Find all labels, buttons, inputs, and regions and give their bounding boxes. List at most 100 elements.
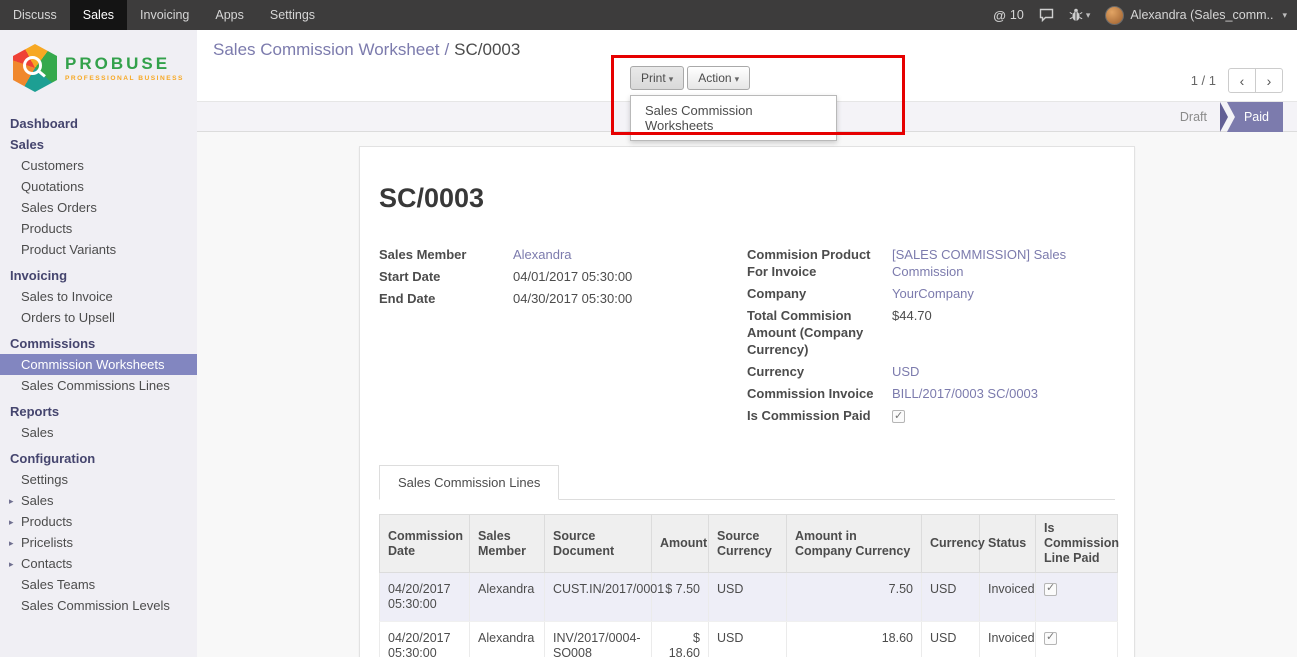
pager-next-button[interactable]: › [1255,68,1283,93]
commission-lines-table: Commission Date Sales Member Source Docu… [379,514,1118,657]
col-currency: Currency [922,515,980,573]
cell-amount: $ 7.50 [652,573,709,622]
table-row[interactable]: 04/20/2017 05:30:00 Alexandra CUST.IN/20… [380,573,1118,622]
print-button[interactable]: Print▾ [630,66,684,90]
field-is-commission-paid: Is Commission Paid [747,407,1115,424]
cell-source-currency: USD [709,622,787,657]
mentions-button[interactable]: @ 10 [993,8,1024,23]
topbar-menu: Discuss Sales Invoicing Apps Settings [0,0,328,30]
sidebar-item-config-pricelists[interactable]: ▸Pricelists [0,532,197,553]
sidebar-item-reports-sales[interactable]: Sales [0,422,197,443]
sidebar-item-commission-worksheets[interactable]: Commission Worksheets [0,354,197,375]
caret-down-icon: ▾ [735,74,740,84]
table-header-row: Commission Date Sales Member Source Docu… [380,515,1118,573]
notebook-tabs: Sales Commission Lines [379,465,1115,500]
sidebar-item-products[interactable]: Products [0,218,197,239]
expand-arrow-icon[interactable]: ▸ [9,494,14,509]
logo-title: PROBUSE [65,55,184,73]
sidebar-heading-reports[interactable]: Reports [0,401,197,422]
sidebar-heading-configuration[interactable]: Configuration [0,448,197,469]
caret-down-icon: ▾ [669,74,674,84]
chat-bubble-icon[interactable] [1039,8,1054,22]
commission-product-link[interactable]: [SALES COMMISSION] Sales Commission [892,246,1115,280]
cell-status: Invoiced [980,622,1036,657]
sidebar-item-sales-commissions-lines[interactable]: Sales Commissions Lines [0,375,197,396]
tab-sales-commission-lines[interactable]: Sales Commission Lines [379,465,559,500]
cell-source-document: CUST.IN/2017/0001 [545,573,652,622]
field-label: Sales Member [379,246,513,263]
breadcrumb: Sales Commission Worksheet/SC/0003 [213,40,520,60]
end-date-value: 04/30/2017 05:30:00 [513,290,632,307]
sales-member-link[interactable]: Alexandra [513,246,572,263]
action-buttons: Print▾ Action▾ [630,66,750,90]
expand-arrow-icon[interactable]: ▸ [9,557,14,572]
col-commission-date: Commission Date [380,515,470,573]
topnav-sales[interactable]: Sales [70,0,127,30]
user-avatar [1105,6,1124,25]
expand-arrow-icon[interactable]: ▸ [9,515,14,530]
cell-currency: USD [922,622,980,657]
topbar: Discuss Sales Invoicing Apps Settings @ … [0,0,1297,30]
sidebar-item-sales-to-invoice[interactable]: Sales to Invoice [0,286,197,307]
sidebar-item-customers[interactable]: Customers [0,155,197,176]
topnav-settings[interactable]: Settings [257,0,328,30]
sidebar-item-sales-teams[interactable]: Sales Teams [0,574,197,595]
stage-draft[interactable]: Draft [1167,102,1220,132]
stage-paid[interactable]: Paid [1227,102,1283,132]
sidebar-heading-commissions[interactable]: Commissions [0,333,197,354]
field-total-commission-amount: Total Commision Amount (Company Currency… [747,307,1115,358]
sidebar-item-quotations[interactable]: Quotations [0,176,197,197]
cell-source-currency: USD [709,573,787,622]
sidebar-item-dashboard[interactable]: Dashboard [0,113,197,134]
user-menu[interactable]: Alexandra (Sales_comm.. ▾ [1105,6,1287,25]
expand-arrow-icon[interactable]: ▸ [9,536,14,551]
pager-counter: 1 / 1 [1191,73,1216,88]
line-paid-checkbox [1044,583,1057,596]
pager-previous-button[interactable]: ‹ [1228,68,1256,93]
field-commission-invoice: Commission Invoice BILL/2017/0003 SC/000… [747,385,1115,402]
field-groups: Sales Member Alexandra Start Date 04/01/… [379,246,1115,429]
field-end-date: End Date 04/30/2017 05:30:00 [379,290,747,307]
sidebar-item-sales-orders[interactable]: Sales Orders [0,197,197,218]
mentions-count: 10 [1010,8,1024,22]
action-button[interactable]: Action▾ [687,66,750,90]
breadcrumb-parent-link[interactable]: Sales Commission Worksheet [213,40,439,59]
sidebar-item-product-variants[interactable]: Product Variants [0,239,197,260]
print-dropdown-menu: Sales Commission Worksheets [630,95,837,141]
menu-item-sales-commission-worksheets[interactable]: Sales Commission Worksheets [631,96,836,140]
col-sales-member: Sales Member [470,515,545,573]
sidebar-item-config-contacts[interactable]: ▸Contacts [0,553,197,574]
stage-arrow-icon [1220,102,1228,132]
sidebar-item-settings[interactable]: Settings [0,469,197,490]
field-currency: Currency USD [747,363,1115,380]
control-panel: Sales Commission Worksheet/SC/0003 Print… [197,30,1297,102]
app-window: Discuss Sales Invoicing Apps Settings @ … [0,0,1297,657]
sidebar-heading-sales[interactable]: Sales [0,134,197,155]
commission-invoice-link[interactable]: BILL/2017/0003 SC/0003 [892,385,1038,402]
topnav-apps[interactable]: Apps [202,0,257,30]
field-label: Currency [747,363,892,380]
company-link[interactable]: YourCompany [892,285,974,302]
at-icon: @ [993,8,1006,23]
sidebar-section-configuration: Configuration Settings ▸Sales ▸Products … [0,448,197,616]
sidebar-nav: Dashboard Sales Customers Quotations Sal… [0,113,197,616]
topnav-discuss[interactable]: Discuss [0,0,70,30]
currency-link[interactable]: USD [892,363,919,380]
sidebar-section-commissions: Commissions Commission Worksheets Sales … [0,333,197,396]
cell-currency: USD [922,573,980,622]
col-status: Status [980,515,1036,573]
topnav-invoicing[interactable]: Invoicing [127,0,202,30]
table-row[interactable]: 04/20/2017 05:30:00 Alexandra INV/2017/0… [380,622,1118,657]
sidebar-heading-invoicing[interactable]: Invoicing [0,265,197,286]
is-commission-paid-checkbox [892,410,905,423]
sidebar-item-sales-commission-levels[interactable]: Sales Commission Levels [0,595,197,616]
caret-down-icon: ▾ [1086,10,1091,21]
sidebar-item-orders-to-upsell[interactable]: Orders to Upsell [0,307,197,328]
probuse-logo[interactable]: PROBUSE PROFESSIONAL BUSINESS [0,30,197,108]
debug-bug-button[interactable]: ▾ [1069,8,1091,22]
col-amount-company-currency: Amount in Company Currency [787,515,922,573]
sidebar-item-config-products[interactable]: ▸Products [0,511,197,532]
sidebar-item-config-sales[interactable]: ▸Sales [0,490,197,511]
field-label: Commission Invoice [747,385,892,402]
field-label: Is Commission Paid [747,407,892,424]
